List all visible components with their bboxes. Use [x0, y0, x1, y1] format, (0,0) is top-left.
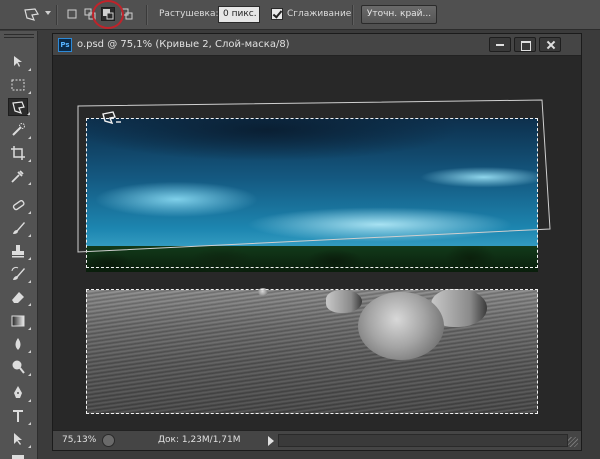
history-brush-tool-icon[interactable] [8, 265, 31, 283]
lasso-cursor-icon [101, 110, 123, 131]
close-button[interactable] [539, 37, 561, 52]
new-selection-icon[interactable] [65, 7, 79, 21]
spot-healing-tool-icon[interactable] [8, 196, 31, 214]
clone-stamp-tool-icon[interactable] [8, 242, 31, 260]
eyedropper-tool-icon[interactable] [8, 167, 31, 185]
toolbox [0, 31, 38, 459]
status-info-icon[interactable] [102, 434, 115, 447]
separator [56, 5, 57, 25]
tool-preset-dropdown-icon[interactable] [45, 11, 51, 15]
zoom-level[interactable]: 75,13% [62, 435, 96, 445]
photoshop-icon: Ps [58, 38, 72, 52]
feather-label: Растушевка: [159, 9, 219, 19]
status-bar: 75,13% Док: 1,23M/1,71M [53, 430, 581, 450]
feather-input[interactable]: 0 пикс. [218, 6, 260, 23]
gradient-tool-icon[interactable] [8, 312, 31, 330]
toolbox-grip[interactable] [4, 34, 34, 38]
quick-selection-tool-icon[interactable] [8, 121, 31, 139]
minimize-button[interactable] [489, 37, 511, 52]
type-tool-icon[interactable] [8, 407, 31, 425]
highlight-circle [92, 0, 124, 29]
document-size: Док: 1,23M/1,71M [158, 435, 241, 445]
maximize-button[interactable] [514, 37, 536, 52]
resize-grip[interactable] [568, 437, 578, 447]
document-window: Ps o.psd @ 75,1% (Кривые 2, Слой-маска/8… [52, 33, 582, 451]
pen-tool-icon[interactable] [8, 384, 31, 402]
status-menu-arrow-icon[interactable] [268, 436, 274, 446]
horizontal-scrollbar[interactable] [278, 434, 568, 447]
marquee-tool-icon[interactable] [8, 76, 31, 94]
document-title: o.psd @ 75,1% (Кривые 2, Слой-маска/8) [77, 39, 290, 50]
crop-tool-icon[interactable] [8, 144, 31, 162]
lasso-path [77, 99, 551, 253]
eraser-tool-icon[interactable] [8, 288, 31, 306]
blur-tool-icon[interactable] [8, 335, 31, 353]
antialias-label: Сглаживание [287, 9, 352, 19]
options-bar: Растушевка: 0 пикс. Сглаживание Уточн. к… [0, 0, 600, 30]
move-tool-icon[interactable] [8, 53, 31, 71]
dodge-tool-icon[interactable] [8, 358, 31, 376]
polygonal-lasso-preset-icon[interactable] [22, 6, 44, 24]
rectangle-tool-icon[interactable] [8, 451, 28, 459]
separator [352, 5, 353, 25]
separator [146, 5, 147, 25]
document-titlebar[interactable]: Ps o.psd @ 75,1% (Кривые 2, Слой-маска/8… [53, 34, 581, 56]
document-canvas[interactable] [53, 56, 581, 430]
polygonal-lasso-tool-icon[interactable] [8, 98, 30, 116]
antialias-checkbox[interactable] [271, 8, 283, 20]
brush-tool-icon[interactable] [8, 219, 31, 237]
path-selection-tool-icon[interactable] [8, 430, 31, 448]
refine-edge-button[interactable]: Уточн. край... [361, 5, 437, 24]
